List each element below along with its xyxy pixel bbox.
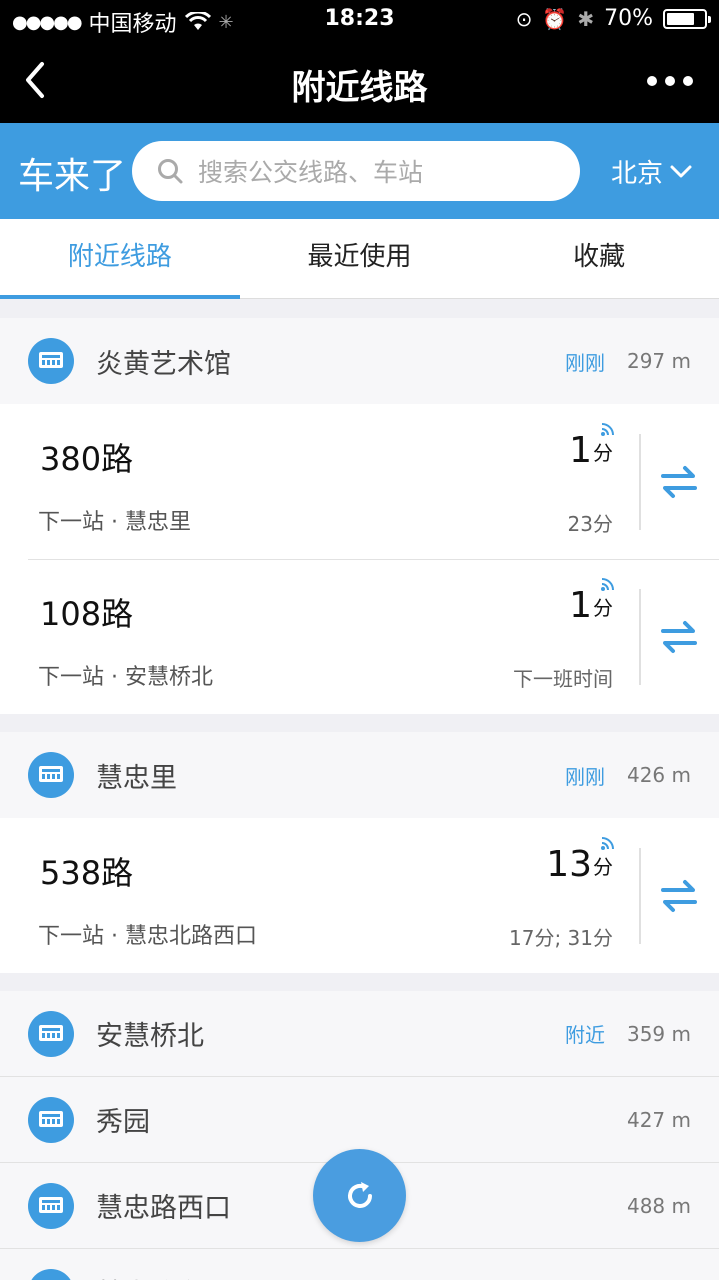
battery-percent: 70% [604,6,653,31]
next-arrivals: 17分; 31分 [509,926,613,950]
swap-direction-icon[interactable] [661,462,697,502]
divider [639,434,641,530]
station-list: 炎黄艺术馆 刚刚 297 m 380路 下一站 · 慧忠里 1 分 23分 10… [0,318,719,1280]
search-input[interactable]: 搜索公交线路、车站 [132,141,580,201]
refresh-icon [347,1181,372,1208]
station-name: 安慧桥北 [96,1021,204,1052]
eta-unit: 分 [593,596,613,620]
station-name: 慧忠路东口 [96,1272,691,1280]
route-name: 538路 [40,854,134,892]
swap-direction-icon[interactable] [661,876,697,916]
title-bar: 附近线路 [0,40,719,123]
station-distance: 426 m [626,763,691,787]
station-name: 炎黄艺术馆 [96,348,231,380]
battery-icon [663,8,711,29]
status-bar: ●●●●● 中国移动 ✳ 18:23 ⊙ ⏰ ✱ 70% [0,0,719,40]
city-label: 北京 [610,159,663,189]
station-group: 炎黄艺术馆 刚刚 297 m 380路 下一站 · 慧忠里 1 分 23分 10… [0,318,719,714]
city-selector[interactable]: 北京 [611,153,693,190]
eta-value: 13 [546,844,592,885]
divider [639,848,641,944]
bus-stop-icon [28,1182,74,1229]
station-update-time: 刚刚 [564,350,605,375]
station-header[interactable]: 慧忠路东口 [0,1249,719,1280]
station-update-time: 附近 [564,1023,605,1047]
search-placeholder: 搜索公交线路、车站 [198,158,424,187]
route-row[interactable]: 538路 下一站 · 慧忠北路西口 13 分 17分; 31分 [0,818,719,973]
station-group: 慧忠里 刚刚 426 m 538路 下一站 · 慧忠北路西口 13 分 17分;… [0,732,719,973]
tab-favorites[interactable]: 收藏 [479,219,719,298]
station-header[interactable]: 安慧桥北 附近 359 m [0,991,719,1077]
divider [639,589,641,685]
tab-bar: 附近线路 最近使用 收藏 [0,219,719,299]
app-header: 车来了 搜索公交线路、车站 北京 [0,123,719,219]
bus-stop-icon [28,338,74,384]
route-row[interactable]: 380路 下一站 · 慧忠里 1 分 23分 [0,404,719,559]
station-header[interactable]: 炎黄艺术馆 刚刚 297 m [0,318,719,404]
eta: 13 分 [546,837,614,885]
eta: 1 分 [569,578,614,626]
bus-stop-icon [28,1268,74,1280]
station-header[interactable]: 慧忠里 刚刚 426 m [0,732,719,818]
alarm-icon: ⏰ [542,6,568,31]
tab-recent[interactable]: 最近使用 [240,219,480,298]
bluetooth-icon: ✱ [577,6,595,31]
search-icon [158,159,183,184]
eta: 1 分 [569,423,614,471]
route-row[interactable]: 108路 下一站 · 安慧桥北 1 分 下一班时间 [0,559,719,714]
next-stop: 下一站 · 安慧桥北 [38,665,213,690]
orientation-lock-icon: ⊙ [515,6,533,31]
realtime-signal-icon [601,837,614,850]
more-icon[interactable] [647,76,693,86]
next-stop: 下一站 · 慧忠北路西口 [38,924,257,949]
realtime-signal-icon [601,578,614,591]
page-title: 附近线路 [291,68,428,108]
route-name: 380路 [40,440,134,478]
chevron-down-icon [670,165,692,177]
next-arrivals: 下一班时间 [513,667,613,691]
station-name: 慧忠里 [96,762,177,794]
next-stop: 下一站 · 慧忠里 [38,510,191,535]
station-update-time: 刚刚 [564,764,605,789]
bus-stop-icon [28,752,74,798]
eta-value: 1 [569,430,592,471]
station-name: 秀园 [96,1107,150,1138]
station-distance: 359 m [626,1021,691,1046]
realtime-signal-icon [601,423,614,436]
bus-stop-icon [28,1096,74,1143]
next-arrivals: 23分 [567,512,613,536]
route-name: 108路 [40,595,134,633]
bus-stop-icon [28,1010,74,1057]
station-distance: 297 m [626,349,691,373]
station-distance: 488 m [626,1193,691,1218]
tab-nearby-routes[interactable]: 附近线路 [0,219,240,299]
eta-value: 1 [569,585,592,626]
eta-unit: 分 [593,855,613,879]
swap-direction-icon[interactable] [661,617,697,657]
eta-unit: 分 [593,441,613,465]
station-distance: 427 m [626,1107,691,1132]
refresh-button[interactable] [313,1149,406,1242]
brand-logo: 车来了 [18,156,127,197]
